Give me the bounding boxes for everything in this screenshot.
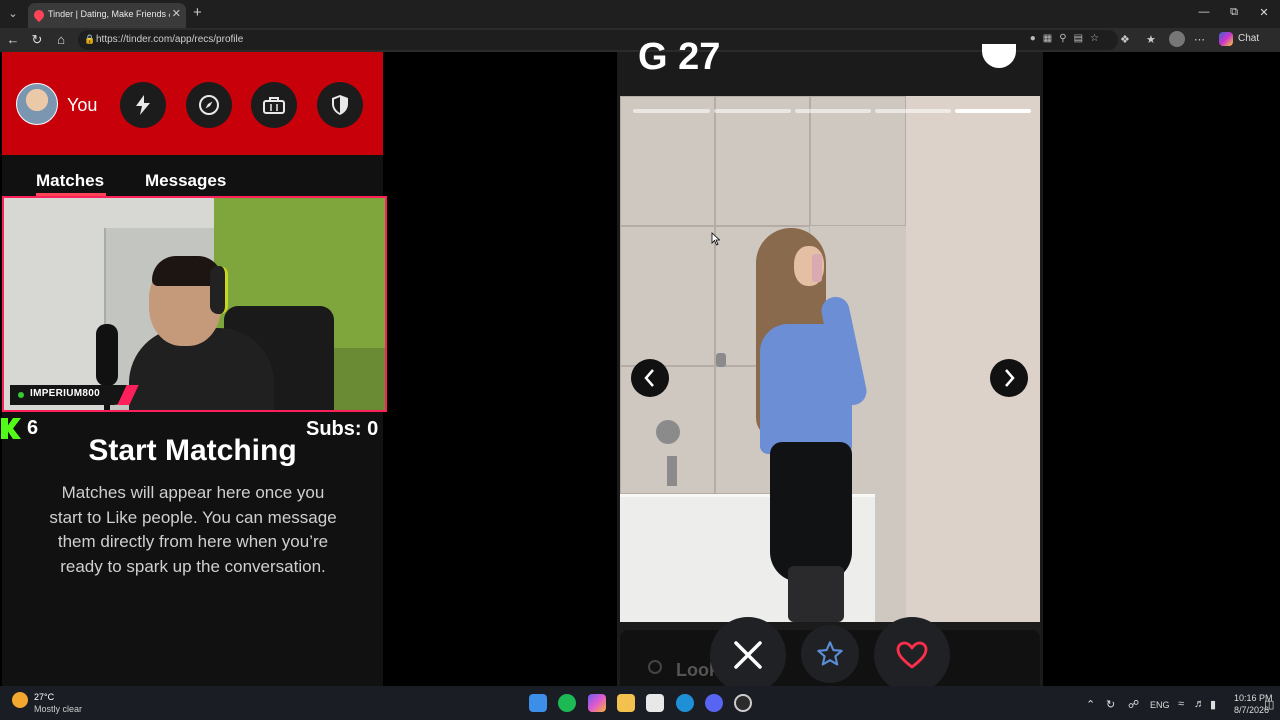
tinder-favicon-icon xyxy=(31,7,47,23)
photo-progress-segment xyxy=(875,109,951,113)
bath-spout xyxy=(667,456,677,486)
webcam-headset xyxy=(210,266,228,314)
photo-progress-segment xyxy=(714,109,791,113)
tab-title: Tinder | Dating, Make Friends & M xyxy=(48,9,170,19)
safety-button[interactable] xyxy=(317,82,363,128)
profile-you-label[interactable]: You xyxy=(67,95,97,116)
avatar[interactable] xyxy=(16,83,58,125)
person-phone xyxy=(812,254,822,282)
tab-close-icon[interactable]: ✕ xyxy=(172,7,181,20)
volume-icon[interactable]: ♬ xyxy=(1194,698,1205,710)
wifi-icon[interactable]: ≈ xyxy=(1178,698,1184,710)
minimize-icon[interactable]: — xyxy=(1194,6,1214,18)
like-button[interactable] xyxy=(874,617,950,693)
url-field[interactable]: 🔒 https://tinder.com/app/recs/profile ●▦… xyxy=(78,30,1118,50)
super-like-button[interactable] xyxy=(801,625,859,683)
search-icon xyxy=(648,660,662,674)
chevron-left-icon xyxy=(644,369,654,387)
lock-icon: 🔒 xyxy=(84,34,96,44)
copilot-app-icon[interactable] xyxy=(588,694,606,712)
bath-faucet xyxy=(656,420,680,444)
spotify-icon[interactable] xyxy=(558,694,576,712)
close-icon xyxy=(734,641,762,669)
wall-tile xyxy=(620,96,715,226)
nope-button[interactable] xyxy=(710,617,786,693)
photo-progress-segment-active xyxy=(955,109,1031,113)
more-options-icon[interactable]: ⋯ xyxy=(1194,33,1205,46)
compass-icon xyxy=(199,95,219,115)
discord-icon[interactable] xyxy=(705,694,723,712)
home-icon[interactable]: ⌂ xyxy=(53,32,69,47)
store-icon[interactable] xyxy=(646,694,664,712)
url-text: https://tinder.com/app/recs/profile xyxy=(96,34,244,45)
back-icon[interactable]: ← xyxy=(5,32,21,47)
window-close-icon[interactable]: ✕ xyxy=(1254,6,1274,19)
weather-icon[interactable] xyxy=(12,692,28,708)
webcam-shelf xyxy=(334,348,385,410)
boost-button[interactable] xyxy=(120,82,166,128)
language-indicator[interactable]: ENG xyxy=(1150,700,1170,710)
weather-description[interactable]: Mostly clear xyxy=(34,704,82,714)
copilot-icon[interactable] xyxy=(1219,32,1233,46)
wall-tile xyxy=(715,96,810,226)
briefcase-icon xyxy=(263,97,285,114)
browser-tab[interactable]: Tinder | Dating, Make Friends & M ✕ xyxy=(28,3,186,28)
edge-icon[interactable] xyxy=(676,694,694,712)
mirror-reflection xyxy=(906,96,1040,622)
start-menu-icon[interactable] xyxy=(529,694,547,712)
bolt-icon xyxy=(136,95,150,115)
profile-photo[interactable] xyxy=(620,96,1040,622)
tab-matches[interactable]: Matches xyxy=(36,171,104,191)
mouse-cursor-icon xyxy=(711,232,720,246)
weather-temperature[interactable]: 27°C xyxy=(34,692,54,702)
wall-valve xyxy=(716,353,726,367)
notifications-icon[interactable]: ◫ xyxy=(1264,698,1274,711)
profile-name-age: G 27 xyxy=(638,36,721,78)
live-dot-icon xyxy=(18,392,24,398)
explore-button[interactable] xyxy=(186,82,232,128)
battery-icon[interactable]: ▮ xyxy=(1210,698,1216,711)
star-icon xyxy=(817,641,843,666)
wall-tile xyxy=(620,226,715,366)
address-bar-icons[interactable]: ●▦⚲▤☆ xyxy=(1030,33,1106,44)
new-tab-icon[interactable]: + xyxy=(193,4,202,21)
shield-icon xyxy=(332,95,348,115)
reload-icon[interactable]: ↻ xyxy=(29,32,45,48)
tab-menu-icon[interactable]: ⌄ xyxy=(4,5,22,23)
next-photo-button[interactable] xyxy=(990,359,1028,397)
heart-icon xyxy=(896,641,928,669)
tray-overflow-icon[interactable]: ⌃ xyxy=(1086,698,1095,711)
network-app-icon[interactable]: ☍ xyxy=(1128,698,1139,711)
sync-icon[interactable]: ↻ xyxy=(1106,698,1115,711)
person-legs xyxy=(788,566,844,622)
restore-icon[interactable]: ⧉ xyxy=(1224,6,1244,19)
empty-state-description: Matches will appear here once you start … xyxy=(49,483,337,576)
person-skirt xyxy=(770,442,852,582)
streamer-nameplate: IMPERIUM800 xyxy=(10,385,139,405)
tab-messages[interactable]: Messages xyxy=(145,171,226,191)
empty-state-title: Start Matching xyxy=(88,434,297,467)
browser-profile-icon[interactable] xyxy=(1169,31,1185,47)
extensions-icon[interactable]: ❖ xyxy=(1120,33,1130,46)
streamer-name: IMPERIUM800 xyxy=(30,388,100,399)
favorites-icon[interactable]: ★ xyxy=(1146,33,1156,46)
copilot-chat-label[interactable]: Chat xyxy=(1238,33,1259,44)
obs-icon[interactable] xyxy=(734,694,752,712)
file-explorer-icon[interactable] xyxy=(617,694,635,712)
browser-tab-bar: ⌄ Tinder | Dating, Make Friends & M ✕ + … xyxy=(0,0,1280,28)
previous-photo-button[interactable] xyxy=(631,359,669,397)
chevron-right-icon xyxy=(1005,369,1015,387)
work-mode-button[interactable] xyxy=(251,82,297,128)
wall-tile xyxy=(810,96,906,226)
photo-progress-segment xyxy=(633,109,710,113)
webcam-overlay: IMPERIUM800 xyxy=(2,196,387,412)
webcam-microphone xyxy=(96,324,118,386)
photo-progress-segment xyxy=(795,109,871,113)
